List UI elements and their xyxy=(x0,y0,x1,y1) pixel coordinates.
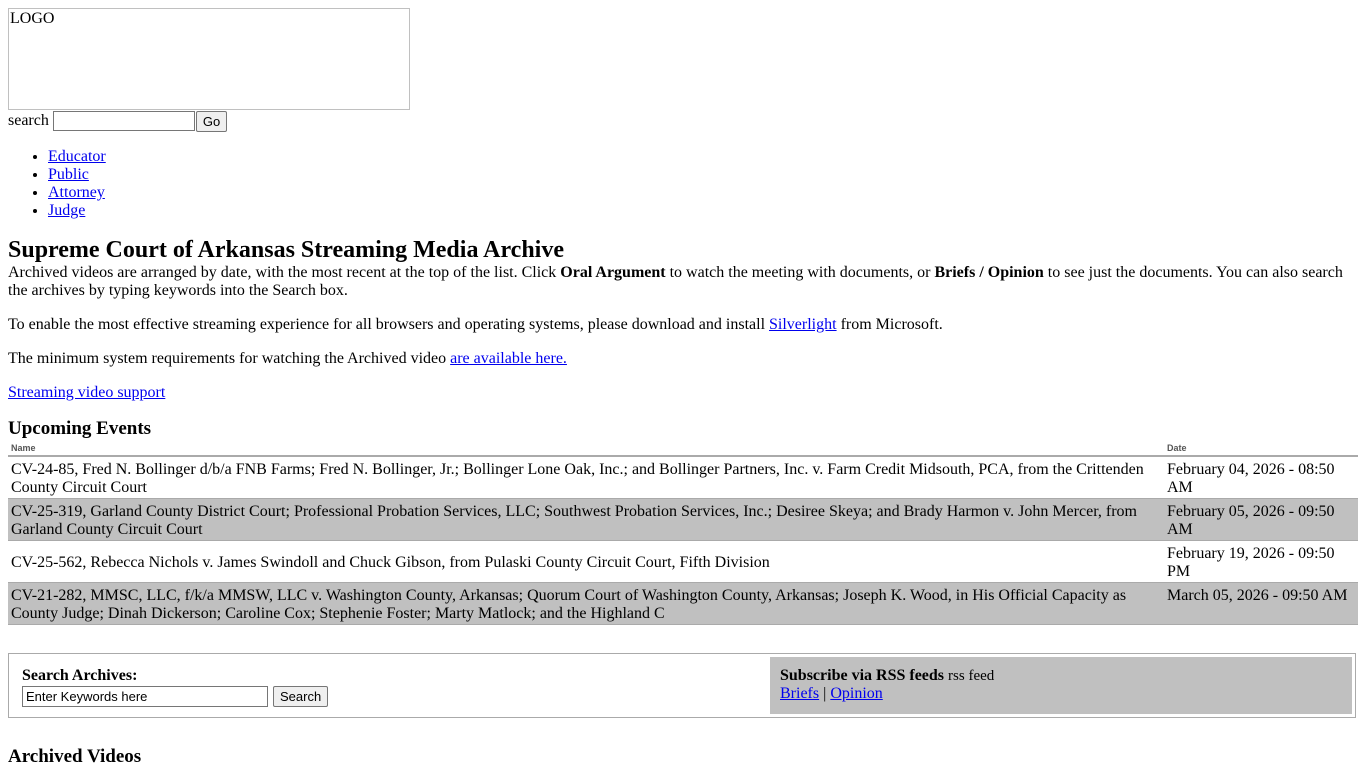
upcoming-events-table: Name Date CV-24-85, Fred N. Bollinger d/… xyxy=(8,443,1358,625)
rss-panel: Subscribe via RSS feeds rss feed Briefs … xyxy=(770,657,1352,714)
archive-search-label: Search Archives: xyxy=(22,667,138,684)
rss-label: Subscribe via RSS feeds xyxy=(780,667,945,684)
intro-paragraph: Archived videos are arranged by date, wi… xyxy=(8,264,1343,299)
column-header-name[interactable]: Name xyxy=(8,443,1164,457)
search-input[interactable] xyxy=(52,111,195,131)
archive-search-input[interactable] xyxy=(22,686,268,707)
event-date: March 05, 2026 - 09:50 AM xyxy=(1164,582,1358,625)
role-nav: Educator Public Attorney Judge xyxy=(8,148,1358,220)
header-search: search Go xyxy=(8,110,1358,132)
silverlight-link[interactable]: Silverlight xyxy=(769,316,837,333)
requirements-link[interactable]: are available here. xyxy=(450,350,567,367)
archive-search-form: Search Archives: Search xyxy=(9,654,329,717)
page-title: Supreme Court of Arkansas Streaming Medi… xyxy=(8,237,564,263)
rss-briefs-link[interactable]: Briefs xyxy=(780,685,819,702)
archived-videos-heading: Archived Videos xyxy=(8,746,142,767)
rss-separator: | xyxy=(823,685,827,702)
role-public-link[interactable]: Public xyxy=(48,166,89,183)
role-judge-link[interactable]: Judge xyxy=(48,202,85,219)
role-educator-link[interactable]: Educator xyxy=(48,148,106,165)
logo: LOGO xyxy=(8,8,410,110)
requirements-paragraph: The minimum system requirements for watc… xyxy=(8,350,567,367)
event-name: CV-21-282, MMSC, LLC, f/k/a MMSW, LLC v.… xyxy=(8,582,1164,625)
table-row[interactable]: CV-21-282, MMSC, LLC, f/k/a MMSW, LLC v.… xyxy=(8,582,1358,625)
upcoming-events-heading: Upcoming Events xyxy=(8,418,152,439)
table-row[interactable]: CV-25-562, Rebecca Nichols v. James Swin… xyxy=(8,540,1358,583)
archive-search-button[interactable]: Search xyxy=(273,686,329,707)
silverlight-paragraph: To enable the most effective streaming e… xyxy=(8,316,943,333)
event-date: February 04, 2026 - 08:50 AM xyxy=(1164,456,1358,499)
logo-alt-text: LOGO xyxy=(10,10,55,27)
role-attorney-link[interactable]: Attorney xyxy=(48,184,105,201)
rss-opinion-link[interactable]: Opinion xyxy=(830,685,882,702)
search-label: search xyxy=(8,112,49,129)
go-button[interactable]: Go xyxy=(195,110,228,132)
column-header-date[interactable]: Date xyxy=(1164,443,1358,457)
table-row[interactable]: CV-25-319, Garland County District Court… xyxy=(8,498,1358,541)
archive-search-panel: Search Archives: Search Subscribe via RS… xyxy=(8,653,1356,718)
streaming-support-link[interactable]: Streaming video support xyxy=(8,384,165,401)
event-name: CV-25-562, Rebecca Nichols v. James Swin… xyxy=(8,540,1164,583)
event-date: February 05, 2026 - 09:50 AM xyxy=(1164,498,1358,541)
event-name: CV-24-85, Fred N. Bollinger d/b/a FNB Fa… xyxy=(8,456,1164,499)
table-row[interactable]: CV-24-85, Fred N. Bollinger d/b/a FNB Fa… xyxy=(8,456,1358,499)
event-date: February 19, 2026 - 09:50 PM xyxy=(1164,540,1358,583)
event-name: CV-25-319, Garland County District Court… xyxy=(8,498,1164,541)
rss-feed-icon: rss feed xyxy=(948,668,995,684)
